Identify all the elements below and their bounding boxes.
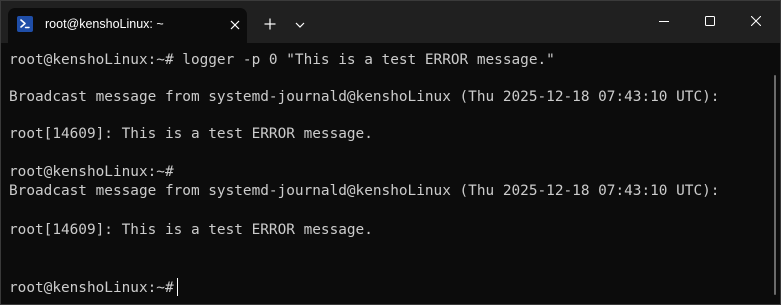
terminal-output[interactable]: root@kenshoLinux:~# logger -p 0 "This is…: [1, 43, 780, 304]
tab-title: root@kenshoLinux: ~: [45, 17, 164, 31]
terminal-window: root@kenshoLinux: ~ root@kenshoLinux:~# …: [0, 0, 781, 305]
plus-icon[interactable]: [263, 17, 277, 31]
broadcast-header: Broadcast message from systemd-journald@…: [9, 183, 720, 199]
active-prompt-line[interactable]: root@kenshoLinux:~#: [9, 278, 178, 297]
chevron-down-icon[interactable]: [294, 18, 306, 30]
broadcast-message: root[14609]: This is a test ERROR messag…: [9, 126, 373, 142]
broadcast-header: Broadcast message from systemd-journald@…: [9, 89, 720, 105]
broadcast-message: root[14609]: This is a test ERROR messag…: [9, 222, 373, 238]
maximize-button[interactable]: [687, 1, 733, 43]
text-cursor: [176, 278, 178, 296]
close-icon: [751, 16, 761, 26]
close-tab-icon[interactable]: [228, 18, 242, 32]
maximize-icon: [705, 16, 715, 26]
prompt-text: root@kenshoLinux:~#: [9, 280, 174, 296]
command-line: root@kenshoLinux:~# logger -p 0 "This is…: [9, 52, 555, 68]
terminal-icon: [17, 16, 33, 32]
close-button[interactable]: [733, 1, 779, 43]
title-bar[interactable]: root@kenshoLinux: ~: [1, 1, 780, 43]
minimize-icon: [659, 21, 669, 22]
scrollbar[interactable]: [774, 75, 776, 295]
tab-terminal[interactable]: root@kenshoLinux: ~: [8, 8, 247, 43]
prompt-line: root@kenshoLinux:~#: [9, 164, 174, 180]
minimize-button[interactable]: [641, 1, 687, 43]
